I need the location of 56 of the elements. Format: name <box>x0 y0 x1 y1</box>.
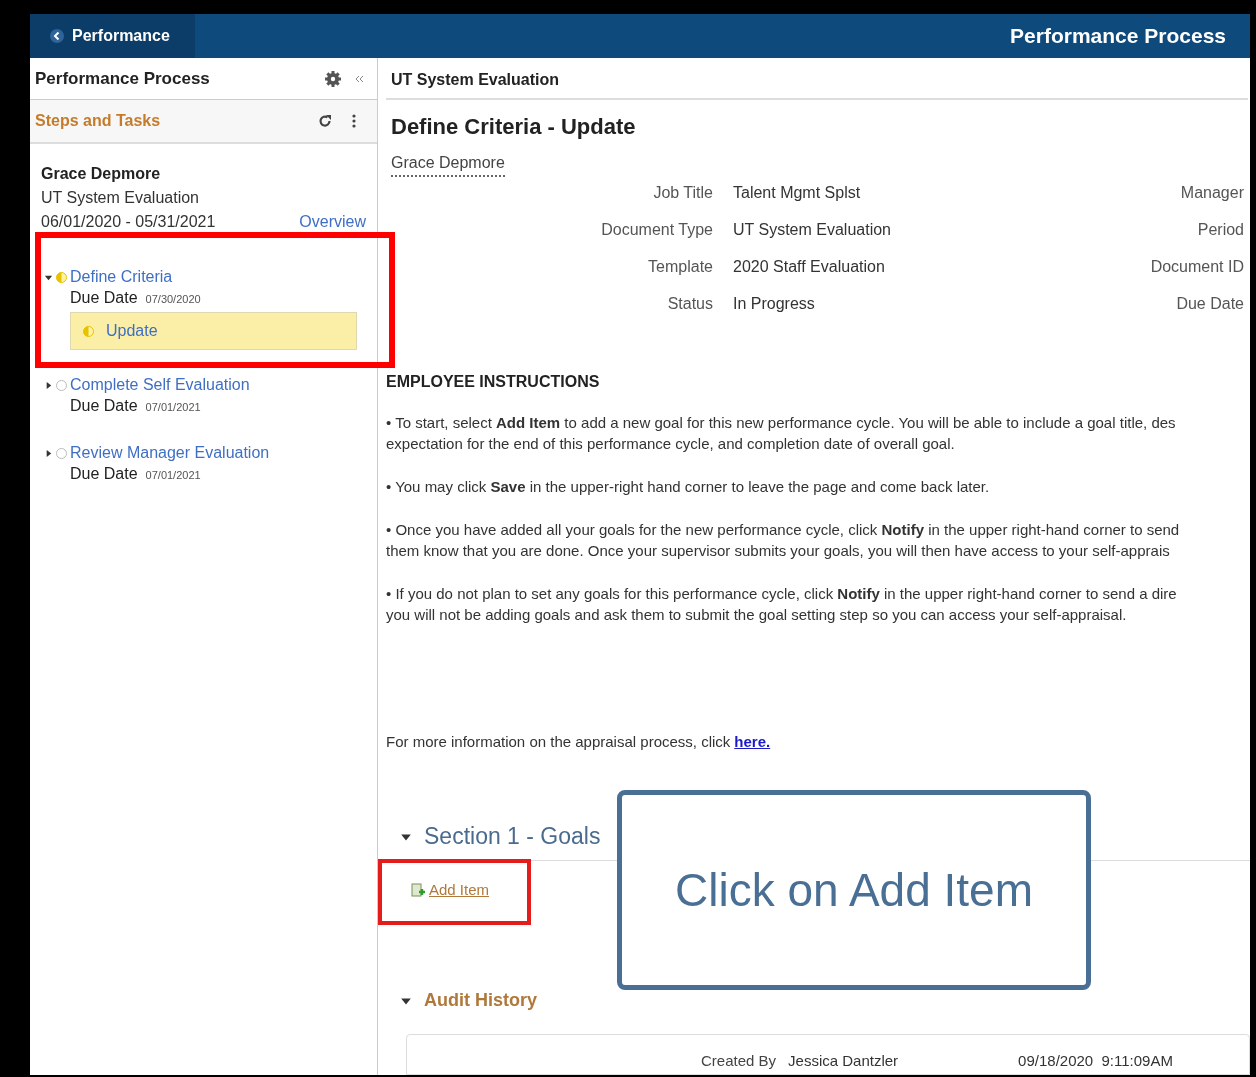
add-document-icon <box>411 883 425 898</box>
page-title: Performance Process <box>1010 23 1227 50</box>
here-link[interactable]: here. <box>734 730 771 754</box>
chevron-left-icon <box>50 29 64 43</box>
step-link[interactable]: Complete Self Evaluation <box>70 376 357 394</box>
instruction-paragraph: • You may click Save in the upper-right hand corner to leave the page and come back later. <box>386 476 991 497</box>
employee-name: Grace Depmore <box>41 164 162 184</box>
created-by-label: Created By <box>701 1050 777 1071</box>
period-dates: 06/01/2020 - 05/31/2021 <box>41 212 216 232</box>
info-text: For more information on the appraisal process, click <box>386 731 731 752</box>
instruction-paragraph: • If you do not plan to set any goals for this performance cycle, click Notify in the upper right-hand corner to send a dire you will not be adding goals and ask them to submit the goal setting step so you can access your self-appraisal. <box>386 583 1178 625</box>
overview-link[interactable]: Overview <box>299 210 366 234</box>
due-date-label: Due Date <box>70 396 138 416</box>
field-value: In Progress <box>733 293 816 314</box>
refresh-icon[interactable] <box>318 114 332 128</box>
due-date: 07/01/2021 <box>145 400 201 415</box>
field-label: Job Title <box>652 182 713 203</box>
field-label: Due Date <box>1175 293 1244 314</box>
created-at: 09/18/2020 9:11:09AM <box>1018 1050 1173 1071</box>
field-label: Template <box>647 256 713 277</box>
section-heading: Section 1 - Goals <box>424 822 601 852</box>
field-label: Document ID <box>1150 256 1244 277</box>
instructions-heading: EMPLOYEE INSTRUCTIONS <box>386 371 601 392</box>
due-date: 07/30/2020 <box>145 292 201 307</box>
caret-right-icon[interactable] <box>44 380 53 390</box>
step-link[interactable]: Review Manager Evaluation <box>70 444 357 462</box>
callout-text: Click on Add Item <box>675 862 1033 918</box>
field-value: 2020 Staff Evaluation <box>733 256 886 277</box>
employee-link[interactable]: Grace Depmore <box>391 150 505 177</box>
due-date-label: Due Date <box>70 288 138 308</box>
sidebar-title: Performance Process <box>35 67 210 90</box>
created-by-value: Jessica Dantzler <box>788 1050 899 1071</box>
settings-icon[interactable] <box>324 69 342 88</box>
audit-heading: Audit History <box>424 989 537 1013</box>
due-date-label: Due Date <box>70 464 138 484</box>
task-label: Update <box>106 321 158 341</box>
step-link[interactable]: Define Criteria <box>70 268 357 286</box>
add-item-link[interactable]: Add Item <box>411 878 490 902</box>
document-name: UT System Evaluation <box>41 188 200 208</box>
instruction-paragraph: • To start, select Add Item to add a new goal for this new performance cycle. You will be able to include a goal title, des expectation for the end of this performance cycle, and completion date of overall goal. <box>386 412 1177 454</box>
field-label: Period <box>1196 219 1244 240</box>
caret-right-icon[interactable] <box>44 448 53 458</box>
collapse-icon[interactable] <box>354 73 364 84</box>
field-label: Document Type <box>600 219 713 240</box>
due-date: 07/01/2021 <box>145 468 201 483</box>
field-value: UT System Evaluation <box>733 219 892 240</box>
page-heading: Define Criteria - Update <box>391 112 637 141</box>
back-button[interactable]: Performance <box>30 14 195 58</box>
section-title: Steps and Tasks <box>35 111 161 131</box>
field-value: Talent Mgmt Splst <box>733 182 862 203</box>
more-vertical-icon[interactable] <box>352 114 356 128</box>
field-label: Status <box>666 293 713 314</box>
task-item[interactable]: Update <box>70 312 357 350</box>
breadcrumb: UT System Evaluation <box>391 69 560 90</box>
instruction-paragraph: • Once you have added all your goals for the new performance cycle, click Notify in the upper right-hand corner to send them know that you are done. Once your supervisor submits your goals, you will then have access to your self-apprais <box>386 519 1181 561</box>
field-label: Manager <box>1179 182 1244 203</box>
